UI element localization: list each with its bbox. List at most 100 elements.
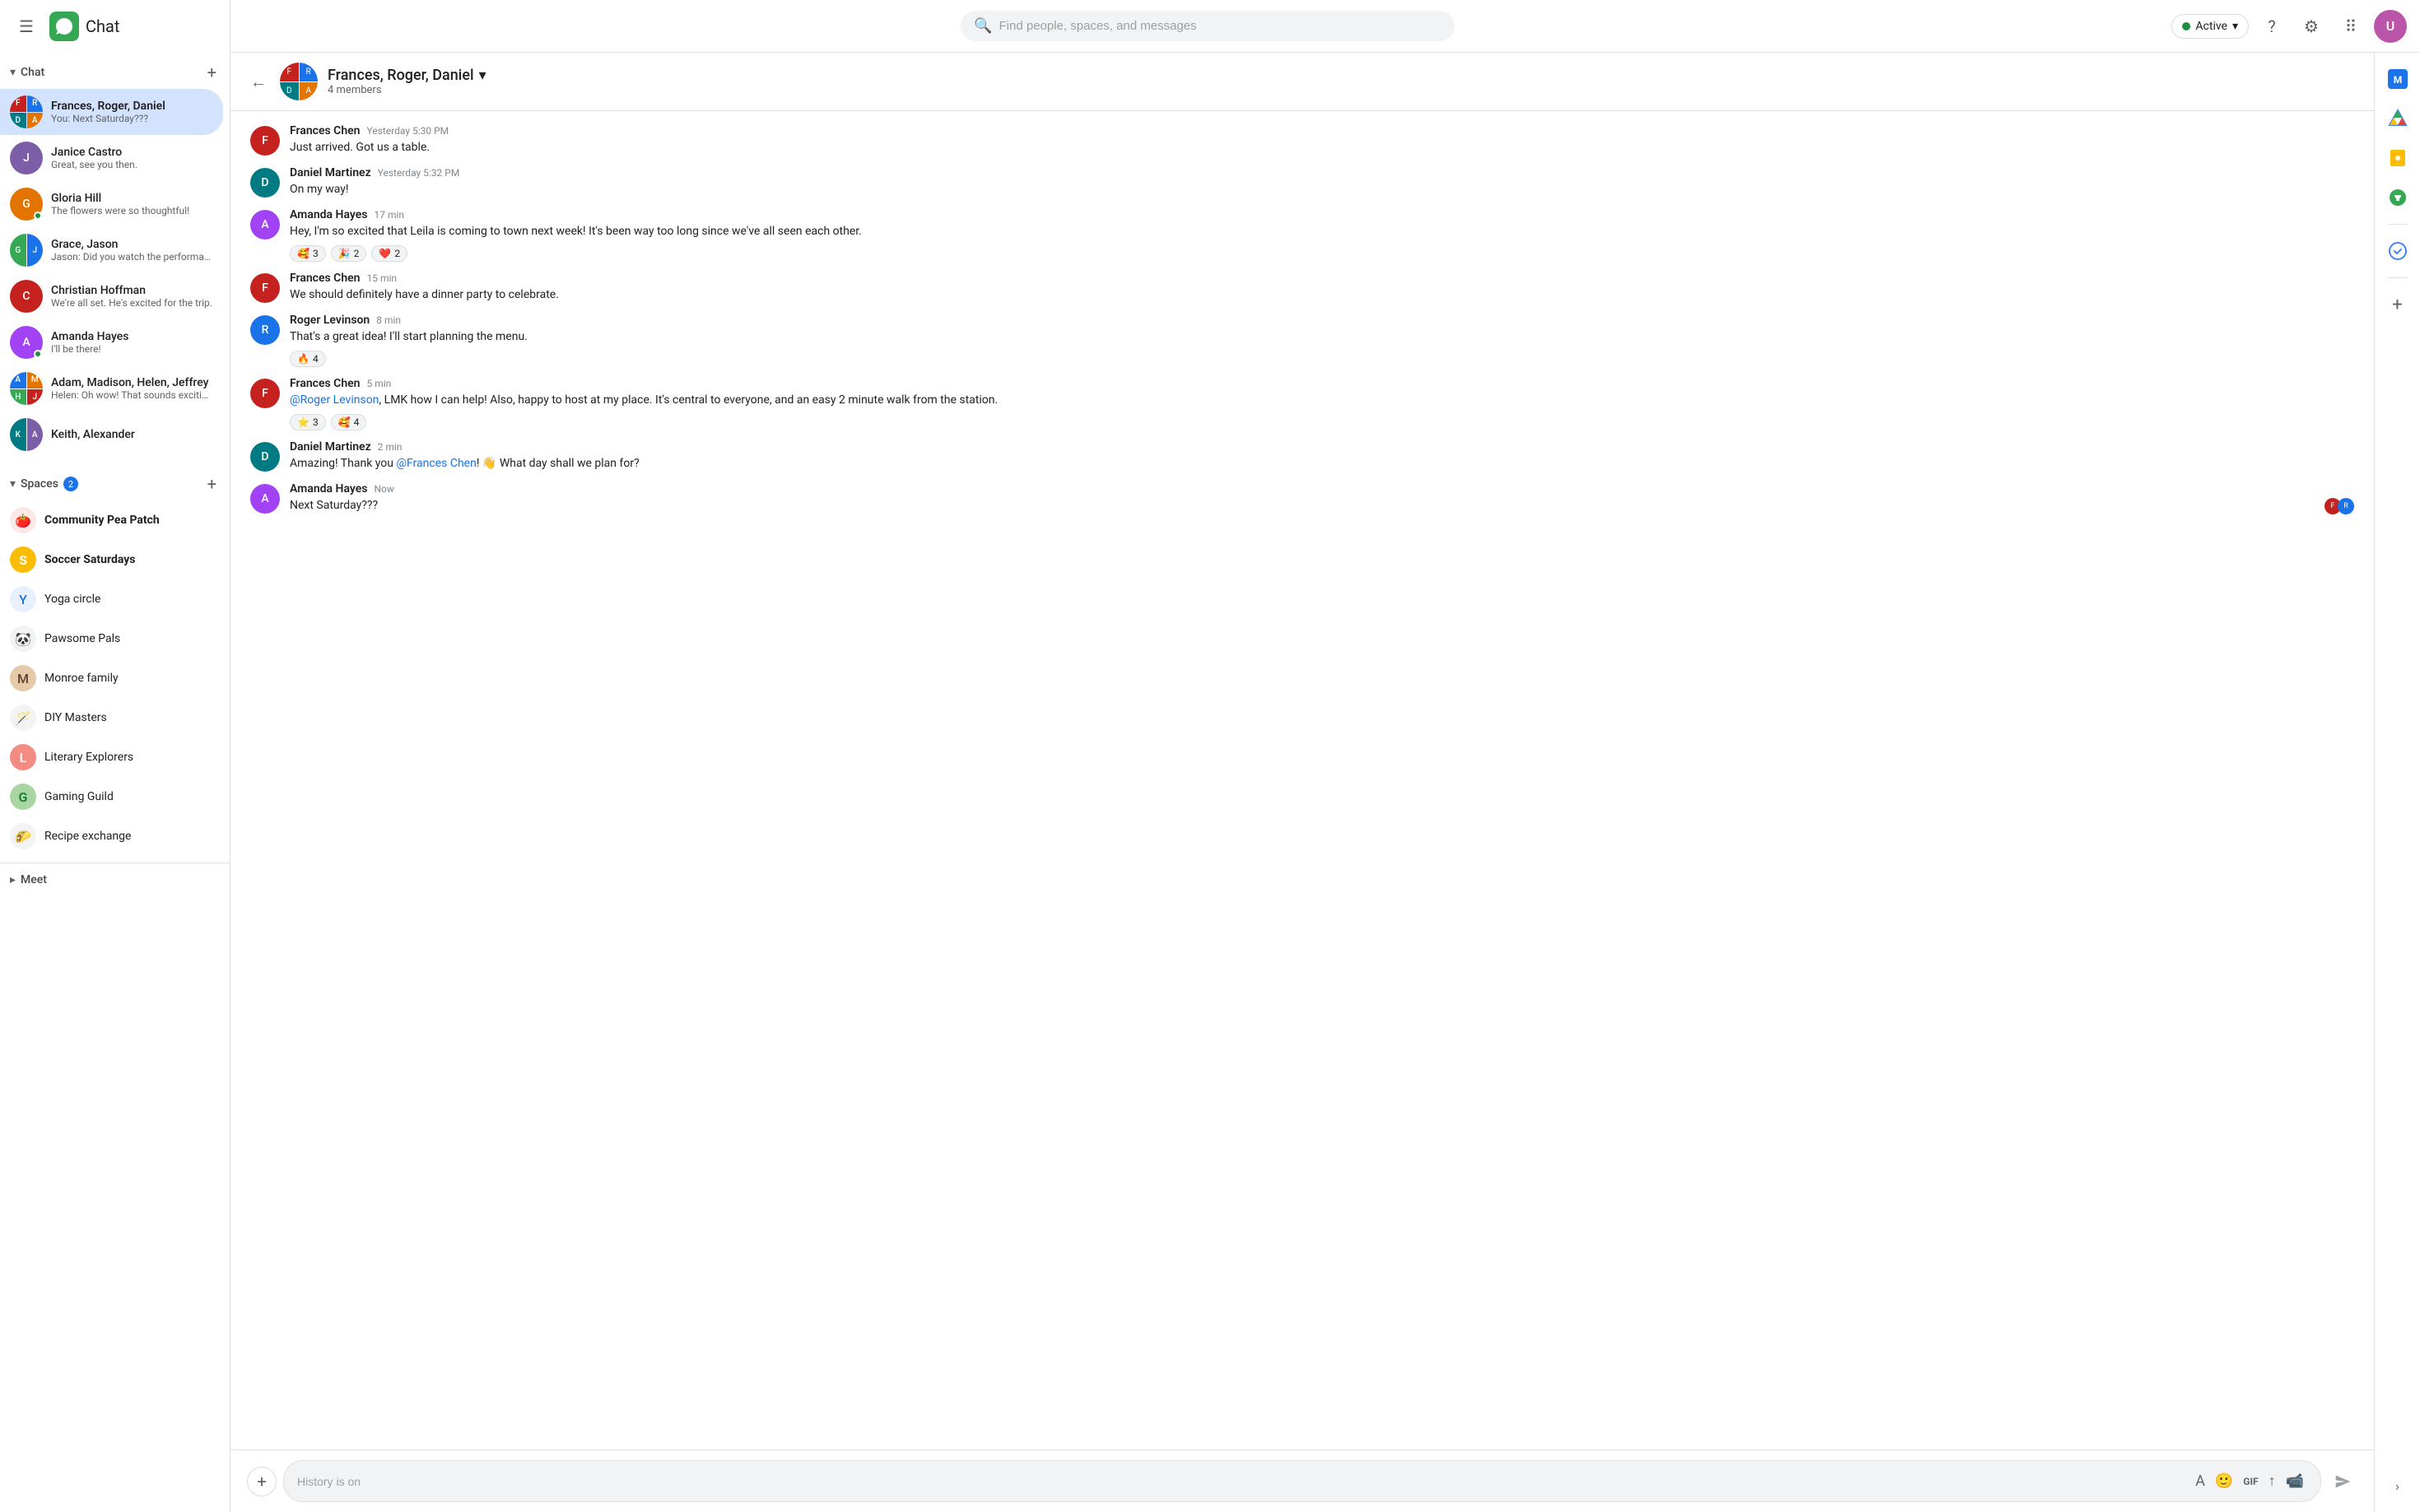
sidebar-divider — [2388, 277, 2408, 278]
message-input[interactable] — [297, 1475, 2185, 1488]
reaction-chip[interactable]: 🎉2 — [331, 245, 367, 262]
space-item-pawsome-pals[interactable]: 🐼 Pawsome Pals — [0, 619, 223, 658]
reaction-chip[interactable]: 🔥4 — [290, 351, 326, 367]
meet-section-toggle[interactable]: ▸ Meet — [10, 873, 47, 886]
message-time: 15 min — [367, 272, 398, 284]
topbar-right: Active ▾ ? ⚙ ⠿ U — [2171, 10, 2407, 43]
message-time: Yesterday 5:30 PM — [367, 125, 449, 137]
space-name: Soccer Saturdays — [44, 553, 135, 566]
online-indicator — [34, 212, 42, 220]
chat-header-name[interactable]: Frances, Roger, Daniel ▾ — [328, 67, 2357, 84]
avatar-christian: C — [10, 280, 43, 313]
google-keep-button[interactable] — [2381, 142, 2414, 174]
read-receipt-avatar: R — [2338, 498, 2354, 514]
space-name: DIY Masters — [44, 711, 107, 724]
chat-item-adam-group[interactable]: A M H J Adam, Madison, Helen, Jeffrey He… — [0, 365, 223, 412]
mini-avatar-2: J — [27, 234, 44, 267]
message-avatar: R — [250, 315, 280, 345]
chat-item-name: Christian Hoffman — [51, 284, 213, 297]
status-button[interactable]: Active ▾ — [2171, 14, 2249, 39]
spaces-section-toggle[interactable]: ▾ Spaces 2 — [10, 477, 78, 491]
message-time: 8 min — [376, 314, 401, 326]
space-item-monroe-family[interactable]: M Monroe family — [0, 658, 223, 698]
space-item-yoga-circle[interactable]: Y Yoga circle — [0, 579, 223, 619]
reaction-chip[interactable]: ❤️2 — [371, 245, 407, 262]
chat-item-christian-hoffman[interactable]: C Christian Hoffman We're all set. He's … — [0, 273, 223, 319]
video-call-icon[interactable]: 📹 — [2283, 1469, 2307, 1493]
message-body: Amanda Hayes Now Next Saturday??? F R — [290, 482, 2354, 514]
expand-sidebar-button[interactable]: › — [2381, 1469, 2414, 1502]
space-item-literary-explorers[interactable]: L Literary Explorers — [0, 737, 223, 777]
chat-item-info: Christian Hoffman We're all set. He's ex… — [51, 284, 213, 309]
add-app-button[interactable]: + — [2381, 288, 2414, 321]
sidebar-header: ☰ Chat — [0, 0, 230, 53]
meet-chevron-icon: ▸ — [10, 873, 16, 886]
message-sender: Frances Chen — [290, 272, 361, 285]
message-group: R Roger Levinson 8 min That's a great id… — [250, 314, 2354, 367]
message-time: Yesterday 5:32 PM — [378, 167, 460, 179]
google-tasks-button[interactable] — [2381, 235, 2414, 268]
help-button[interactable]: ? — [2255, 10, 2288, 43]
help-icon: ? — [2268, 16, 2275, 36]
chat-item-preview: Helen: Oh wow! That sounds exciting … — [51, 389, 213, 401]
avatar-wrap: F R D A — [10, 95, 43, 128]
google-drive-button[interactable] — [2381, 102, 2414, 135]
group-avatar: K A — [10, 418, 43, 451]
chat-header: ← F R D A Frances, Roger, Daniel — [230, 53, 2374, 111]
chat-item-info: Amanda Hayes I'll be there! — [51, 330, 213, 355]
read-receipts: F R — [2328, 498, 2354, 514]
reaction-chip[interactable]: 🥰4 — [331, 414, 367, 430]
format-text-icon[interactable]: A — [2192, 1469, 2208, 1493]
chat-item-amanda-hayes[interactable]: A Amanda Hayes I'll be there! — [0, 319, 223, 365]
google-voice-button[interactable] — [2381, 181, 2414, 214]
chevron-right-icon[interactable]: › — [2381, 1469, 2414, 1502]
new-chat-button[interactable]: + — [204, 59, 220, 86]
space-item-gaming-guild[interactable]: G Gaming Guild — [0, 777, 223, 816]
hamburger-menu-button[interactable]: ☰ — [10, 10, 43, 43]
apps-button[interactable]: ⠿ — [2334, 10, 2367, 43]
google-meet-button[interactable]: M — [2381, 63, 2414, 95]
message-sender: Roger Levinson — [290, 314, 370, 327]
emoji-icon[interactable]: 🙂 — [2212, 1469, 2236, 1493]
group-avatar: A M H J — [10, 372, 43, 405]
chat-item-preview: We're all set. He's excited for the trip… — [51, 297, 213, 309]
message-body: Roger Levinson 8 min That's a great idea… — [290, 314, 2354, 367]
message-sender: Frances Chen — [290, 124, 361, 137]
mini-avatar-4: A — [27, 113, 44, 129]
chat-item-info: Keith, Alexander — [51, 428, 213, 441]
spaces-chevron-icon: ▾ — [10, 477, 16, 491]
chat-item-janice-castro[interactable]: J Janice Castro Great, see you then. — [0, 135, 223, 181]
message-avatar: F — [250, 273, 280, 303]
settings-button[interactable]: ⚙ — [2295, 10, 2328, 43]
space-item-community-pea-patch[interactable]: 🍅 Community Pea Patch — [0, 500, 223, 540]
message-avatar: A — [250, 210, 280, 240]
chat-section-toggle[interactable]: ▾ Chat — [10, 66, 44, 79]
chat-item-gloria-hill[interactable]: G Gloria Hill The flowers were so though… — [0, 181, 223, 227]
message-time: 2 min — [378, 441, 403, 453]
spaces-section-title: Spaces — [21, 477, 58, 491]
back-button[interactable]: ← — [247, 68, 270, 95]
upload-icon[interactable]: ↑ — [2265, 1469, 2279, 1493]
message-text: Amazing! Thank you @Frances Chen! 👋 What… — [290, 455, 2354, 472]
new-space-button[interactable]: + — [204, 471, 220, 497]
message-header: Amanda Hayes 17 min — [290, 208, 2354, 221]
space-item-recipe-exchange[interactable]: 🌮 Recipe exchange — [0, 816, 223, 856]
reaction-chip[interactable]: ⭐3 — [290, 414, 326, 430]
add-content-button[interactable]: + — [247, 1467, 277, 1496]
user-avatar[interactable]: U — [2374, 10, 2407, 43]
search-input[interactable] — [999, 19, 1442, 33]
space-item-diy-masters[interactable]: 🪄 DIY Masters — [0, 698, 223, 737]
gif-icon[interactable]: GIF — [2240, 1472, 2261, 1491]
space-item-soccer-saturdays[interactable]: S Soccer Saturdays — [0, 540, 223, 579]
chat-item-grace-jason[interactable]: G J Grace, Jason Jason: Did you watch th… — [0, 227, 223, 273]
status-label: Active — [2195, 20, 2227, 33]
chat-item-preview: Great, see you then. — [51, 159, 213, 170]
message-input-wrap: A 🙂 GIF ↑ 📹 — [283, 1460, 2321, 1502]
plus-icon: + — [2392, 295, 2402, 315]
message-body: Daniel Martinez Yesterday 5:32 PM On my … — [290, 166, 2354, 198]
chat-item-keith-alexander[interactable]: K A Keith, Alexander — [0, 412, 223, 458]
reaction-chip[interactable]: 🥰3 — [290, 245, 326, 262]
chat-item-frances-roger-daniel[interactable]: F R D A Frances, Roger, Daniel You: Next… — [0, 89, 223, 135]
chat-item-name: Amanda Hayes — [51, 330, 213, 343]
send-button[interactable] — [2328, 1467, 2357, 1496]
